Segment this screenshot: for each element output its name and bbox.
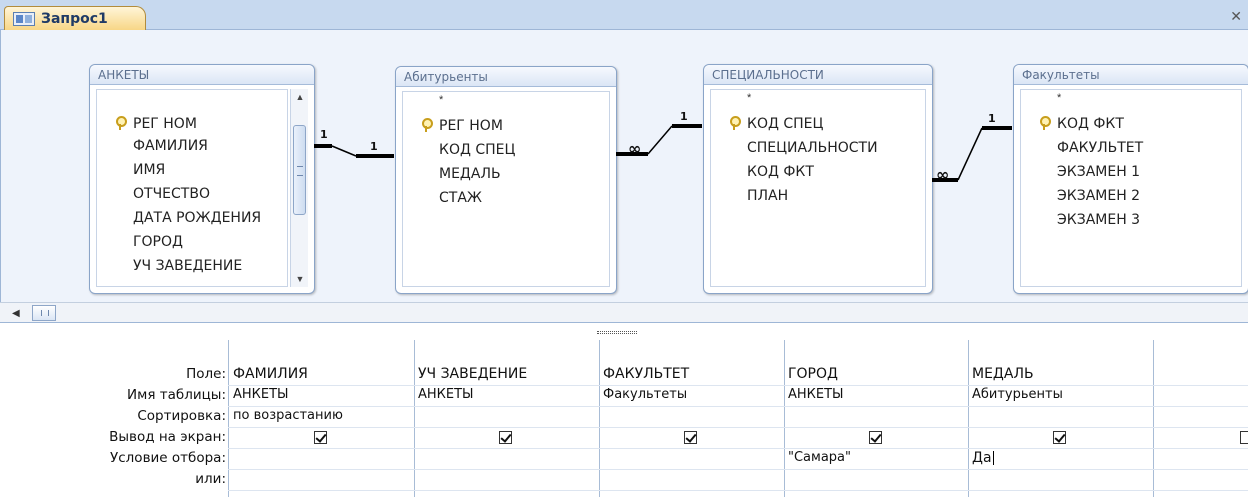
table-title[interactable]: АНКЕТЫ xyxy=(90,65,314,85)
field-item[interactable]: СПЕЦИАЛЬНОСТИ xyxy=(747,140,878,156)
field-item[interactable]: ИМЯ xyxy=(133,162,165,178)
scroll-thumb[interactable] xyxy=(32,305,56,321)
column-divider xyxy=(968,340,969,497)
field-item[interactable]: ФАМИЛИЯ xyxy=(133,138,208,154)
field-item[interactable]: МЕДАЛЬ xyxy=(439,166,501,182)
field-item[interactable]: ЭКЗАМЕН 1 xyxy=(1057,164,1140,180)
row-label-table: Имя таблицы: xyxy=(127,387,226,403)
field-item[interactable]: ЭКЗАМЕН 3 xyxy=(1057,212,1140,228)
primary-key-icon xyxy=(421,118,433,132)
table-title[interactable]: Абитурьенты xyxy=(396,67,616,87)
field-cell[interactable]: УЧ ЗАВЕДЕНИЕ xyxy=(418,366,527,382)
row-label-sort: Сортировка: xyxy=(137,408,226,424)
query-design-grid: Поле: Имя таблицы: Сортировка: Вывод на … xyxy=(0,340,1248,497)
scroll-thumb[interactable] xyxy=(293,125,306,215)
table-cell[interactable]: Абитурьенты xyxy=(972,387,1063,402)
field-item[interactable]: ГОРОД xyxy=(133,234,183,250)
row-divider xyxy=(228,385,1248,386)
table-cell[interactable]: АНКЕТЫ xyxy=(233,387,289,402)
table-title[interactable]: Факультеты xyxy=(1014,65,1248,85)
field-item[interactable]: КОД ФКТ xyxy=(747,164,814,180)
primary-key-icon xyxy=(115,116,127,130)
tab-query1[interactable]: Запрос1 xyxy=(4,6,146,31)
all-fields-star[interactable]: * xyxy=(1057,92,1061,104)
show-checkbox[interactable] xyxy=(1240,431,1248,444)
criteria-cell[interactable]: "Самара" xyxy=(788,450,851,465)
field-item[interactable]: КОД СПЕЦ xyxy=(747,116,823,132)
field-list: * РЕГ НОМ КОД СПЕЦ МЕДАЛЬ СТАЖ xyxy=(402,91,610,287)
table-anketa[interactable]: АНКЕТЫ РЕГ НОМ ФАМИЛИЯ ИМЯ ОТЧЕСТВО ДАТА… xyxy=(89,64,315,294)
field-list: * КОД ФКТ ФАКУЛЬТЕТ ЭКЗАМЕН 1 ЭКЗАМЕН 2 … xyxy=(1020,89,1242,287)
table-design-pane: АНКЕТЫ РЕГ НОМ ФАМИЛИЯ ИМЯ ОТЧЕСТВО ДАТА… xyxy=(0,30,1248,302)
field-item[interactable]: ДАТА РОЖДЕНИЯ xyxy=(133,210,289,226)
row-label-show: Вывод на экран: xyxy=(109,429,226,445)
pane-splitter[interactable] xyxy=(0,322,1248,340)
tab-label: Запрос1 xyxy=(41,11,108,27)
splitter-grip[interactable] xyxy=(597,331,637,334)
table-specialnosti[interactable]: СПЕЦИАЛЬНОСТИ * КОД СПЕЦ СПЕЦИАЛЬНОСТИ К… xyxy=(703,64,933,294)
field-cell[interactable]: ГОРОД xyxy=(788,366,838,382)
show-checkbox[interactable] xyxy=(314,431,327,444)
field-item[interactable]: ФАКУЛЬТЕТ xyxy=(1057,140,1143,156)
row-divider xyxy=(228,427,1248,428)
column-divider xyxy=(228,340,229,497)
field-cell[interactable]: МЕДАЛЬ xyxy=(972,366,1034,382)
field-item[interactable]: УЧ ЗАВЕДЕНИЕ xyxy=(133,258,242,274)
field-item[interactable]: ПЛАН xyxy=(747,188,788,204)
design-pane-hscrollbar[interactable]: ◀ xyxy=(0,302,1248,322)
close-icon[interactable]: ✕ xyxy=(1230,8,1242,25)
row-label-field: Поле: xyxy=(186,366,226,382)
show-checkbox[interactable] xyxy=(1053,431,1066,444)
column-divider xyxy=(1153,340,1154,497)
primary-key-icon xyxy=(1039,116,1051,130)
sort-cell[interactable]: по возрастанию xyxy=(233,408,343,423)
scroll-left-icon[interactable]: ◀ xyxy=(12,308,20,319)
query-icon xyxy=(13,12,35,26)
row-divider xyxy=(228,490,1248,491)
table-cell[interactable]: Факультеты xyxy=(603,387,687,402)
document-tab-strip: Запрос1 ✕ xyxy=(0,0,1248,31)
field-cell[interactable]: ФАМИЛИЯ xyxy=(233,366,308,382)
primary-key-icon xyxy=(729,116,741,130)
row-label-or: или: xyxy=(195,471,226,487)
show-checkbox[interactable] xyxy=(499,431,512,444)
table-cell[interactable]: АНКЕТЫ xyxy=(418,387,474,402)
table-abiturienty[interactable]: Абитурьенты * РЕГ НОМ КОД СПЕЦ МЕДАЛЬ СТ… xyxy=(395,66,617,294)
all-fields-star[interactable]: * xyxy=(439,94,443,106)
table-fakultety[interactable]: Факультеты * КОД ФКТ ФАКУЛЬТЕТ ЭКЗАМЕН 1… xyxy=(1013,64,1248,294)
field-item[interactable]: РЕГ НОМ xyxy=(133,116,197,132)
field-list: РЕГ НОМ ФАМИЛИЯ ИМЯ ОТЧЕСТВО ДАТА РОЖДЕН… xyxy=(96,89,288,287)
field-item[interactable]: РЕГ НОМ xyxy=(439,118,503,134)
field-list-scrollbar[interactable]: ▲ ▼ xyxy=(290,89,308,287)
show-checkbox[interactable] xyxy=(684,431,697,444)
column-divider xyxy=(599,340,600,497)
row-divider xyxy=(228,406,1248,407)
field-item[interactable]: СТАЖ xyxy=(439,190,482,206)
table-title[interactable]: СПЕЦИАЛЬНОСТИ xyxy=(704,65,932,85)
row-divider xyxy=(228,469,1248,470)
scroll-down-icon[interactable]: ▼ xyxy=(291,271,309,287)
table-cell[interactable]: АНКЕТЫ xyxy=(788,387,844,402)
field-cell[interactable]: ФАКУЛЬТЕТ xyxy=(603,366,689,382)
field-item[interactable]: ЭКЗАМЕН 2 xyxy=(1057,188,1140,204)
criteria-cell[interactable]: Да xyxy=(972,450,994,466)
criteria-value: Да xyxy=(972,450,992,466)
show-checkbox[interactable] xyxy=(869,431,882,444)
column-divider xyxy=(784,340,785,497)
field-list: * КОД СПЕЦ СПЕЦИАЛЬНОСТИ КОД ФКТ ПЛАН xyxy=(710,89,926,287)
all-fields-star[interactable]: * xyxy=(747,92,751,104)
scroll-up-icon[interactable]: ▲ xyxy=(291,89,309,105)
text-cursor xyxy=(992,451,994,465)
column-divider xyxy=(414,340,415,497)
row-label-criteria: Условие отбора: xyxy=(110,450,226,466)
field-item[interactable]: КОД СПЕЦ xyxy=(439,142,515,158)
field-item[interactable]: ОТЧЕСТВО xyxy=(133,186,210,202)
row-divider xyxy=(228,448,1248,449)
field-item[interactable]: КОД ФКТ xyxy=(1057,116,1124,132)
